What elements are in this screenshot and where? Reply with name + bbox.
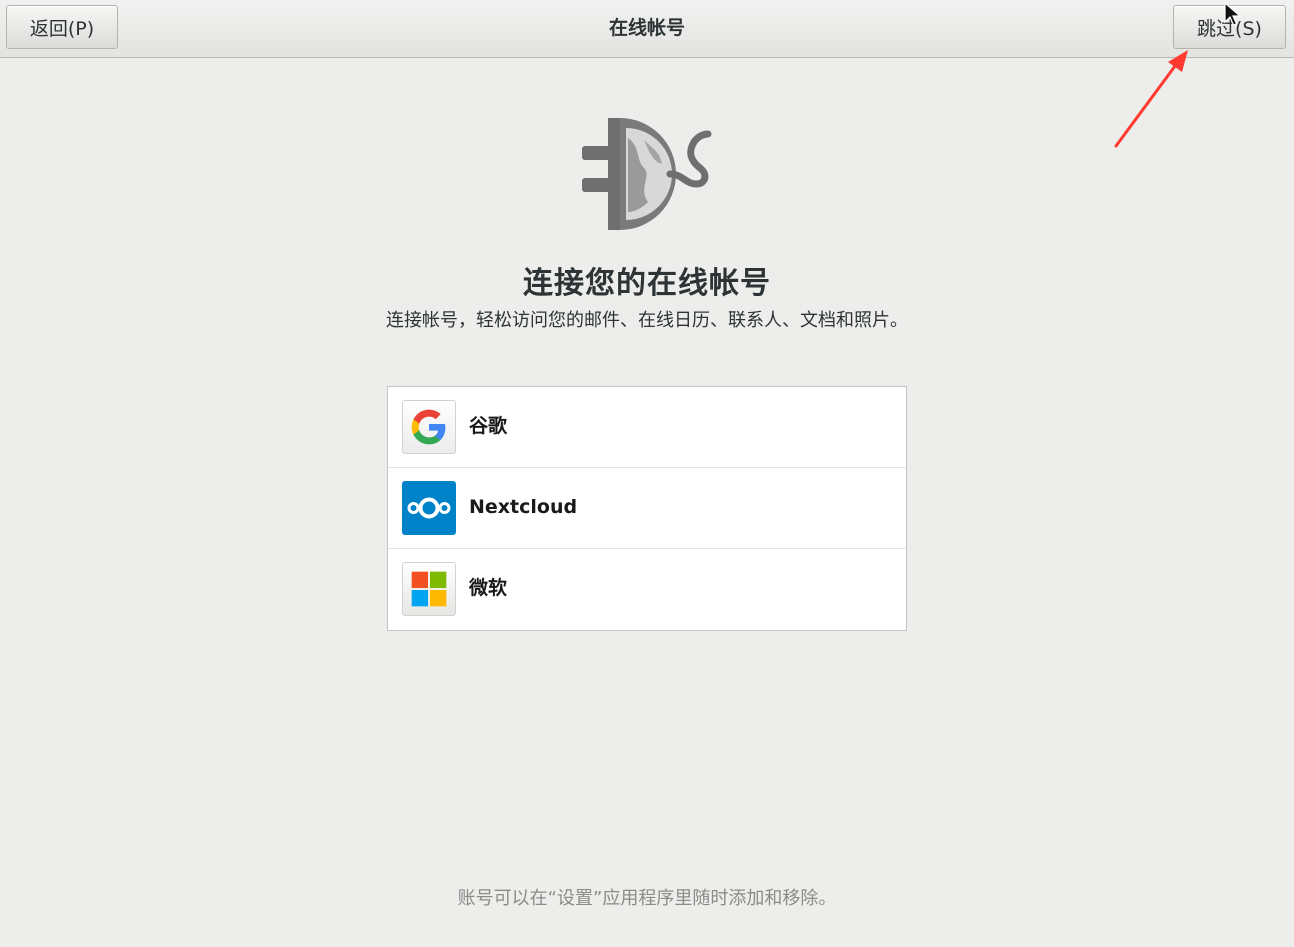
provider-label-google: 谷歌	[469, 415, 508, 437]
header-bar: 在线帐号 返回(P) 跳过(S)	[0, 0, 1294, 58]
page-title: 在线帐号	[608, 17, 685, 39]
provider-row-nextcloud[interactable]: Nextcloud	[388, 468, 906, 549]
nextcloud-icon	[402, 481, 456, 535]
description-text: 连接帐号，轻松访问您的邮件、在线日历、联系人、文档和照片。	[386, 310, 908, 331]
initial-setup-window: 在线帐号 返回(P) 跳过(S) 连接您的在线帐号 连接帐号，轻松访问您的邮件、…	[0, 0, 1294, 947]
provider-label-nextcloud: Nextcloud	[469, 496, 578, 518]
back-button[interactable]: 返回(P)	[6, 5, 118, 49]
provider-list: 谷歌 Nextcloud 微软	[387, 386, 907, 631]
microsoft-icon	[402, 562, 456, 616]
footer-note: 账号可以在“设置”应用程序里随时添加和移除。	[457, 888, 837, 909]
main-heading: 连接您的在线帐号	[523, 266, 771, 301]
provider-row-microsoft[interactable]: 微软	[388, 549, 906, 630]
provider-row-google[interactable]: 谷歌	[388, 387, 906, 468]
mouse-cursor-icon	[1224, 2, 1242, 26]
google-icon	[402, 400, 456, 454]
plug-globe-icon	[582, 118, 712, 230]
provider-label-microsoft: 微软	[469, 577, 508, 599]
